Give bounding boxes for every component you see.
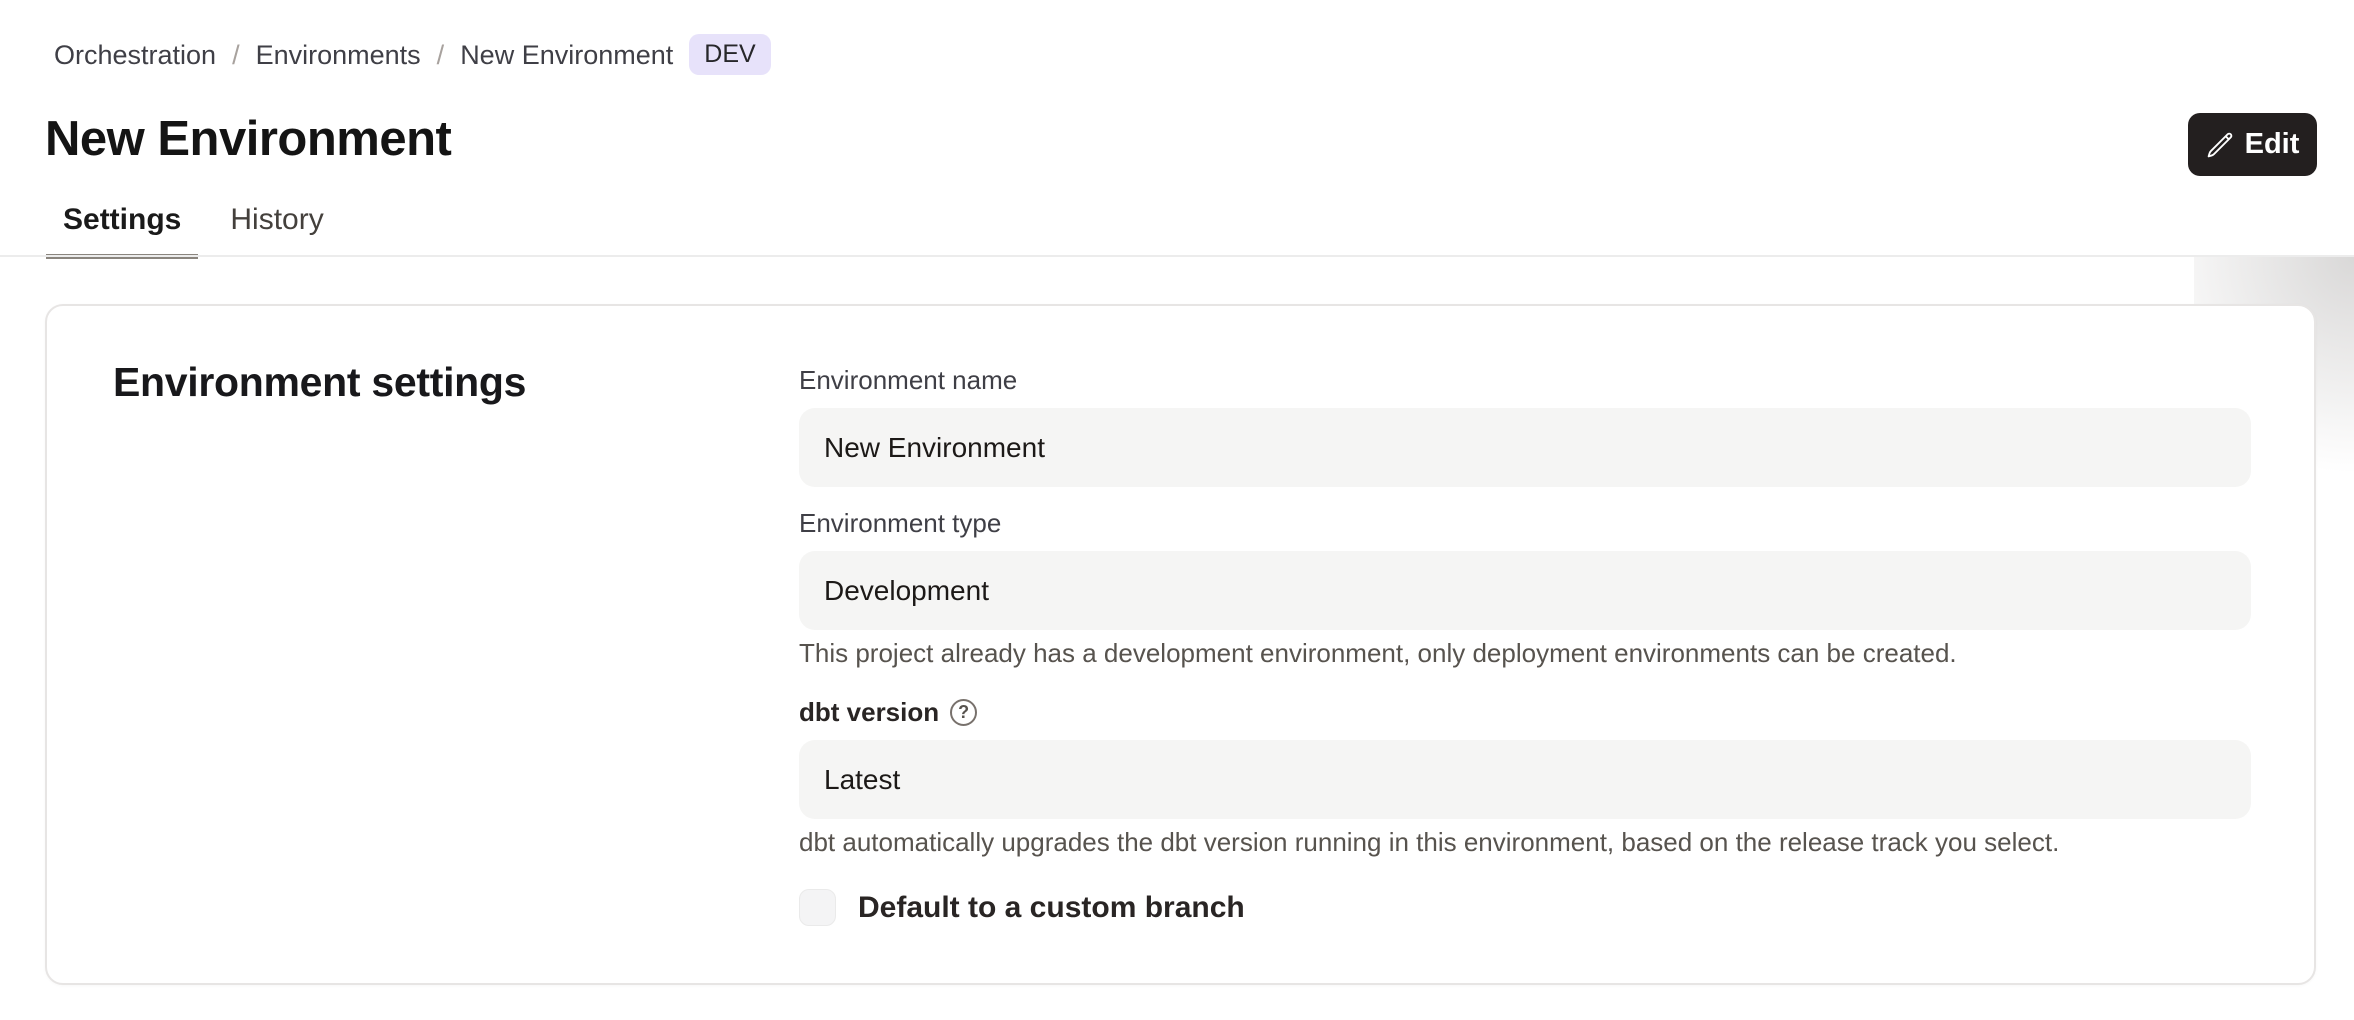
tabs-divider bbox=[0, 255, 2354, 257]
edit-button[interactable]: Edit bbox=[2188, 113, 2317, 176]
dbt-version-helper-text: dbt automatically upgrades the dbt versi… bbox=[799, 827, 2251, 857]
environment-name-input[interactable] bbox=[799, 408, 2251, 487]
environment-settings-form: Environment name Environment type This p… bbox=[799, 364, 2251, 926]
breadcrumb-item-orchestration[interactable]: Orchestration bbox=[54, 37, 216, 73]
help-icon[interactable]: ? bbox=[950, 699, 977, 726]
environment-type-label: Environment type bbox=[799, 507, 2251, 539]
breadcrumb-item-new-environment[interactable]: New Environment bbox=[460, 37, 673, 73]
page: Orchestration / Environments / New Envir… bbox=[0, 0, 2354, 1020]
breadcrumb-separator: / bbox=[437, 37, 445, 73]
dbt-version-label-text: dbt version bbox=[799, 696, 939, 728]
custom-branch-label: Default to a custom branch bbox=[858, 890, 1245, 926]
breadcrumb-separator: / bbox=[232, 37, 240, 73]
custom-branch-checkbox[interactable] bbox=[799, 889, 836, 926]
tab-bar: Settings History bbox=[46, 204, 341, 259]
environment-settings-card: Environment settings Environment name En… bbox=[45, 304, 2316, 985]
edit-button-label: Edit bbox=[2245, 128, 2300, 161]
environment-type-helper-text: This project already has a development e… bbox=[799, 638, 2251, 668]
environment-name-label: Environment name bbox=[799, 364, 2251, 396]
page-title: New Environment bbox=[45, 110, 451, 168]
tab-settings[interactable]: Settings bbox=[46, 204, 198, 259]
breadcrumb-item-environments[interactable]: Environments bbox=[256, 37, 421, 73]
environment-type-input[interactable] bbox=[799, 551, 2251, 630]
pencil-icon bbox=[2206, 131, 2234, 159]
dev-badge: DEV bbox=[689, 34, 770, 75]
card-heading: Environment settings bbox=[113, 358, 526, 406]
custom-branch-row: Default to a custom branch bbox=[799, 889, 2251, 926]
tab-history[interactable]: History bbox=[213, 204, 340, 259]
dbt-version-input[interactable] bbox=[799, 740, 2251, 819]
breadcrumb: Orchestration / Environments / New Envir… bbox=[54, 34, 771, 75]
dbt-version-label: dbt version ? bbox=[799, 696, 2251, 728]
